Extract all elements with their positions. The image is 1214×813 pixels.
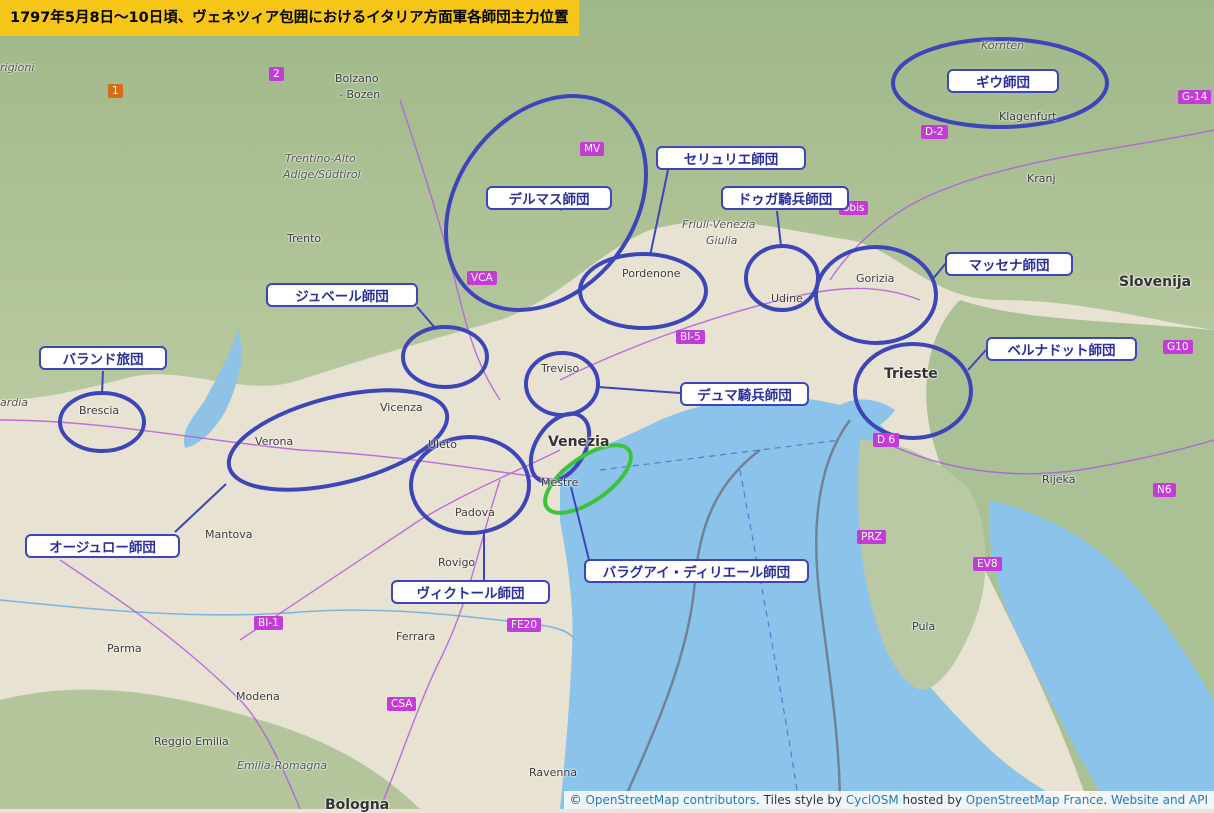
place-trentino: Trentino-Alto [285, 152, 356, 165]
place-kranj: Kranj [1027, 172, 1056, 185]
place-slovenija: Slovenija [1119, 274, 1192, 290]
attribution-osmfr-link[interactable]: OpenStreetMap France [966, 793, 1104, 807]
place-udine: Udine [771, 292, 803, 305]
place-venezia: Venezia [548, 434, 610, 450]
place-brescia: Brescia [79, 404, 120, 417]
road-shield-g10: G10 [1163, 340, 1193, 354]
road-shield-fe20: FE20 [507, 618, 542, 632]
place-rovigo: Rovigo [438, 556, 476, 569]
place-gorizia: Gorizia [856, 272, 895, 285]
unit-label-giu: ギウ師団 [947, 69, 1059, 93]
place-bolzano: Bolzano [335, 72, 379, 85]
road-shield-n6: N6 [1153, 483, 1176, 497]
place-klagenfurt: Klagenfurt [999, 110, 1057, 123]
unit-label-joubert: ジュベール師団 [266, 283, 418, 307]
place-rijeka: Rijeka [1042, 473, 1076, 486]
place-vicenza: Vicenza [380, 401, 423, 414]
road-shield-g14: G-14 [1178, 90, 1212, 104]
attribution-website-link[interactable]: Website and API [1111, 793, 1208, 807]
place-giulia: Giulia [706, 234, 738, 247]
road-shield-vca: VCA [467, 271, 497, 285]
unit-label-baraguey-brigade: バランド旅団 [39, 346, 167, 370]
place-treviso: Treviso [541, 362, 580, 375]
place-modena: Modena [236, 690, 280, 703]
place-pula: Pula [912, 620, 936, 633]
place-mestre: Mestre [541, 476, 579, 489]
road-shield-bi1: BI-1 [254, 616, 283, 630]
place-mantova: Mantova [205, 528, 253, 541]
unit-label-baraguey-hilliers: バラグアイ・ディリエール師団 [584, 559, 809, 583]
road-shield-2: 2 [269, 67, 284, 81]
place-bozen: - Bozen [339, 88, 381, 101]
place-friuli: Friuli-Venezia [682, 218, 756, 231]
place-ardia: ardia [0, 396, 29, 409]
unit-label-bernadotte: ベルナドット師団 [986, 337, 1137, 361]
road-shield-ev8: EV8 [973, 557, 1002, 571]
attribution-tiles: . Tiles style by [756, 793, 846, 807]
unit-label-dugua: ドゥガ騎兵師団 [721, 186, 849, 210]
road-shield-d6: D 6 [873, 433, 900, 447]
attribution-cyclosm-link[interactable]: CyclOSM [846, 793, 899, 807]
place-reggio: Reggio Emilia [154, 735, 229, 748]
road-shield-bi5: BI-5 [676, 330, 705, 344]
place-adige: Adige/Südtirol [283, 168, 361, 181]
unit-label-augereau: オージュロー師団 [25, 534, 180, 558]
place-grigioni: rigioni [0, 61, 35, 74]
attribution-copy: © [569, 793, 586, 807]
road-shield-1: 1 [108, 84, 123, 98]
road-shield-csa: CSA [387, 697, 417, 711]
road-shield-d2: D-2 [921, 125, 948, 139]
place-parma: Parma [107, 642, 142, 655]
road-shield-prz: PRZ [857, 530, 886, 544]
place-verona: Verona [255, 435, 294, 448]
place-kornten: Körnten [981, 39, 1025, 52]
unit-label-massena: マッセナ師団 [945, 252, 1073, 276]
attribution-osm-link[interactable]: OpenStreetMap contributors [585, 793, 756, 807]
map-title: 1797年5月8日～10日頃、ヴェネツィア包囲におけるイタリア方面軍各師団主力位… [0, 0, 579, 36]
place-trento: Trento [287, 232, 322, 245]
road-shield-mv: MV [580, 142, 605, 156]
unit-label-dumas: デュマ騎兵師団 [680, 382, 809, 406]
unit-label-victor: ヴィクトール師団 [391, 580, 550, 604]
attribution-dot: . [1103, 793, 1111, 807]
attribution-hosted: hosted by [898, 793, 966, 807]
place-trieste: Trieste [884, 366, 938, 382]
place-uleto: Uleto [428, 438, 457, 451]
place-bologna: Bologna [325, 797, 390, 813]
place-ferrara: Ferrara [396, 630, 436, 643]
unit-label-delmas: デルマス師団 [486, 186, 612, 210]
place-padova: Padova [455, 506, 495, 519]
place-emilia: Emilia-Romagna [237, 759, 328, 772]
map-attribution: © OpenStreetMap contributors. Tiles styl… [563, 791, 1214, 809]
unit-label-serurier: セリュリエ師団 [656, 146, 806, 170]
place-pordenone: Pordenone [622, 267, 681, 280]
place-ravenna: Ravenna [529, 766, 578, 779]
